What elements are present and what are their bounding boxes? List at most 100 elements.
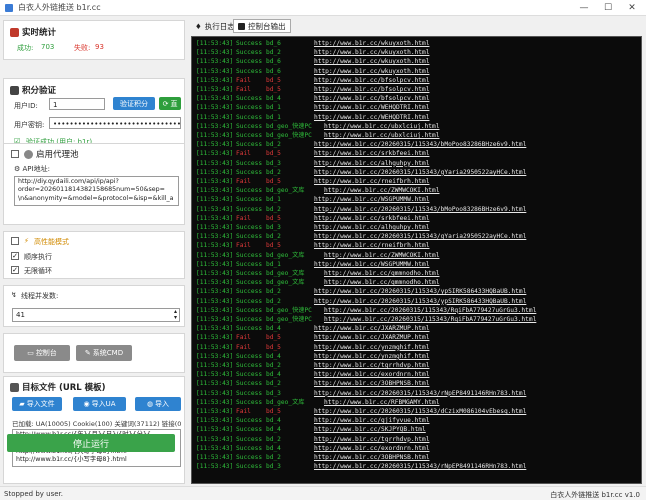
log-url[interactable]: http://www.b1r.cc/qmmnodho.html — [324, 270, 439, 278]
verify-points-button[interactable]: 验证积分 — [113, 97, 155, 110]
threads-spinbox[interactable]: 41 ▴ ▾ — [12, 308, 180, 322]
log-line: [11:53:43] Success bd_6 http://www.b1r.cc/w… — [196, 58, 429, 66]
log-url[interactable]: http://www.b1r.cc/wkuyxoth.html — [314, 49, 429, 57]
log-url[interactable]: http://www.b1r.cc/20260315/115343/dCzixM… — [314, 408, 526, 416]
log-url[interactable]: http://www.b1r.cc/srkbfeei.html — [314, 150, 429, 158]
log-timestamp: [11:53:43] — [196, 168, 234, 176]
system-cmd-button[interactable]: ✎ 系统CMD — [76, 345, 132, 361]
log-url[interactable]: http://www.b1r.cc/bfsolpcv.html — [314, 95, 429, 103]
log-url[interactable]: http://www.b1r.cc/alhguhpy.html — [314, 160, 429, 168]
log-url[interactable]: http://www.b1r.cc/wkuyxoth.html — [314, 68, 429, 76]
link-icon: ⚙ — [14, 165, 23, 173]
log-url[interactable]: http://www.b1r.cc/JXARZMUP.html — [314, 325, 429, 333]
log-url[interactable]: http://www.b1r.cc/SKJPYQB.html — [314, 426, 426, 434]
log-status: Success — [236, 352, 263, 360]
uid-input[interactable]: 1 — [49, 98, 105, 110]
log-url[interactable]: http://www.b1r.cc/20260315/115343/rNpEP8… — [314, 463, 526, 471]
status-text: Stopped by user. — [4, 490, 63, 498]
log-url[interactable]: http://www.b1r.cc/20260315/115343/ypSIRK… — [314, 288, 526, 296]
log-status: Success — [236, 233, 263, 241]
high-perf-checkbox[interactable] — [11, 237, 19, 245]
user-key-input[interactable]: ••••••••••••••••••••••••••••••••••••••• — [49, 117, 181, 129]
terminal-icon: ✎ — [84, 349, 91, 357]
log-url[interactable]: http://www.b1r.cc/rneifbrh.html — [314, 178, 429, 186]
log-status: Success — [236, 454, 263, 461]
log-url[interactable]: http://www.b1r.cc/tgrrhdvp.html — [314, 362, 429, 370]
monitor-icon: ▭ — [27, 349, 34, 357]
sequential-checkbox[interactable]: ✓ — [11, 252, 19, 260]
log-url[interactable]: http://www.b1r.cc/3OBHPNSB.html — [314, 380, 429, 388]
log-url[interactable]: http://www.b1r.cc/ZWMWCOKI.html — [324, 252, 439, 260]
log-url[interactable]: http://www.b1r.cc/JXARZMUP.html — [314, 334, 429, 342]
spin-arrows-icon[interactable]: ▴ ▾ — [174, 309, 177, 321]
log-url[interactable]: http://www.b1r.cc/qmmnodho.html — [324, 279, 439, 287]
log-url[interactable]: http://www.b1r.cc/20260315/115343/RqiFbA… — [324, 307, 536, 315]
tab-execution-log[interactable]: ♦ 执行日志 — [191, 19, 239, 33]
log-status: Success — [236, 398, 263, 406]
log-url[interactable]: http://www.b1r.cc/ubxlciuj.html — [324, 132, 439, 140]
log-line: [11:53:43] Success bd_2 http://www.b1r.cc/w… — [196, 49, 429, 57]
log-url[interactable]: http://www.b1r.cc/ynzmghif.html — [314, 353, 429, 361]
log-status: Fail — [236, 343, 251, 351]
log-timestamp: [11:53:43] — [196, 58, 234, 66]
log-url[interactable]: http://www.b1r.cc/rneifbrh.html — [314, 242, 429, 250]
proxy-checkbox[interactable] — [11, 150, 19, 158]
log-url[interactable]: http://www.b1r.cc/20260315/115343/gYaria… — [314, 169, 526, 177]
recharge-button[interactable]: ⟳ 直 — [159, 97, 181, 110]
log-timestamp: [11:53:43] — [196, 288, 234, 296]
log-status: Success — [236, 444, 263, 452]
log-url[interactable]: http://www.b1r.cc/20260315/115343/bMoPoo… — [314, 141, 526, 149]
console-button[interactable]: ▭ 控制台 — [14, 345, 70, 361]
log-timestamp: [11:53:43] — [196, 334, 234, 342]
log-url[interactable]: http://www.b1r.cc/gjifyvue.html — [314, 417, 429, 425]
log-url[interactable]: http://www.b1r.cc/alhguhpy.html — [314, 224, 429, 232]
log-url[interactable]: http://www.b1r.cc/bfsolpcv.html — [314, 77, 429, 85]
stop-run-button[interactable]: 停止运行 — [7, 434, 175, 452]
log-status: Success — [236, 141, 263, 149]
console-output[interactable]: [11:53:43] Success bd_6 http://www.b1r.cc/w… — [191, 36, 642, 484]
log-url[interactable]: http://www.b1r.cc/3OBHPNSB.html — [314, 454, 429, 462]
log-url[interactable]: http://www.b1r.cc/20260315/115343/ypSIRK… — [314, 298, 526, 306]
log-timestamp: [11:53:43] — [196, 380, 234, 388]
import-ua-button[interactable]: ◉ 导入UA — [73, 397, 126, 411]
log-url[interactable]: http://www.b1r.cc/exordnrn.html — [314, 371, 429, 379]
log-url[interactable]: http://www.b1r.cc/20260315/115343/gYaria… — [314, 233, 526, 241]
log-url[interactable]: http://www.b1r.cc/ZWMWCOKI.html — [324, 187, 439, 195]
key-label: 用户密钥: — [14, 121, 45, 129]
api-url-textarea[interactable]: http://diy.qydaili.com/api/ip/api? order… — [14, 176, 179, 206]
log-url[interactable]: http://www.b1r.cc/wkuyxoth.html — [314, 40, 429, 48]
log-line: [11:53:43] Success bd_2 http://www.b1r.cc/2… — [196, 233, 526, 241]
log-timestamp: [11:53:43] — [196, 426, 234, 434]
log-url[interactable]: http://www.b1r.cc/RFBMGAMY.html — [324, 399, 439, 407]
log-url[interactable]: http://www.b1r.cc/20260315/115343/RqiFbA… — [324, 316, 536, 324]
log-line: [11:53:43] Fail bd_5 http://www.b1r.cc/rnei… — [196, 242, 429, 250]
log-line: [11:53:43] Success bd_4 http://www.b1r.cc/g… — [196, 417, 429, 425]
log-status: Success — [236, 279, 263, 287]
log-url[interactable]: http://www.b1r.cc/WSGPUMMW.html — [314, 196, 429, 204]
log-url[interactable]: http://www.b1r.cc/bfsolpcv.html — [314, 86, 429, 94]
import-file-button[interactable]: ▰ 导入文件 — [12, 397, 62, 411]
close-button[interactable]: ✕ — [622, 0, 642, 16]
log-url[interactable]: http://www.b1r.cc/wkuyxoth.html — [314, 58, 429, 66]
log-url[interactable]: http://www.b1r.cc/20260315/115343/bMoPoo… — [314, 206, 526, 214]
log-url[interactable]: http://www.b1r.cc/exordnrn.html — [314, 445, 429, 453]
log-status: Success — [236, 95, 263, 103]
minimize-button[interactable]: — — [574, 0, 594, 16]
log-url[interactable]: http://www.b1r.cc/WEHQDTRI.html — [314, 104, 429, 112]
auth-title: 积分验证 — [22, 86, 57, 96]
log-url[interactable]: http://www.b1r.cc/WSGPUMMW.html — [314, 261, 429, 269]
log-timestamp: [11:53:43] — [196, 104, 234, 112]
log-platform: bd_geo_快速PC — [266, 122, 312, 130]
threads-icon: ↯ — [11, 291, 17, 299]
log-url[interactable]: http://www.b1r.cc/tgrrhdvp.html — [314, 436, 429, 444]
log-url[interactable]: http://www.b1r.cc/srkbfeei.html — [314, 215, 429, 223]
tab-console-output[interactable]: 控制台输出 — [233, 19, 291, 33]
maximize-button[interactable]: ☐ — [598, 0, 618, 16]
log-url[interactable]: http://www.b1r.cc/ubxlciuj.html — [324, 123, 439, 131]
import-button[interactable]: ◍ 导入 — [135, 397, 181, 411]
log-url[interactable]: http://www.b1r.cc/WEHQDTRI.html — [314, 114, 429, 122]
log-url[interactable]: http://www.b1r.cc/ynzmghif.html — [314, 344, 429, 352]
loop-checkbox[interactable]: ✓ — [11, 266, 19, 274]
log-timestamp: [11:53:43] — [196, 316, 234, 323]
log-url[interactable]: http://www.b1r.cc/20260315/115343/rNpEP8… — [314, 390, 526, 398]
